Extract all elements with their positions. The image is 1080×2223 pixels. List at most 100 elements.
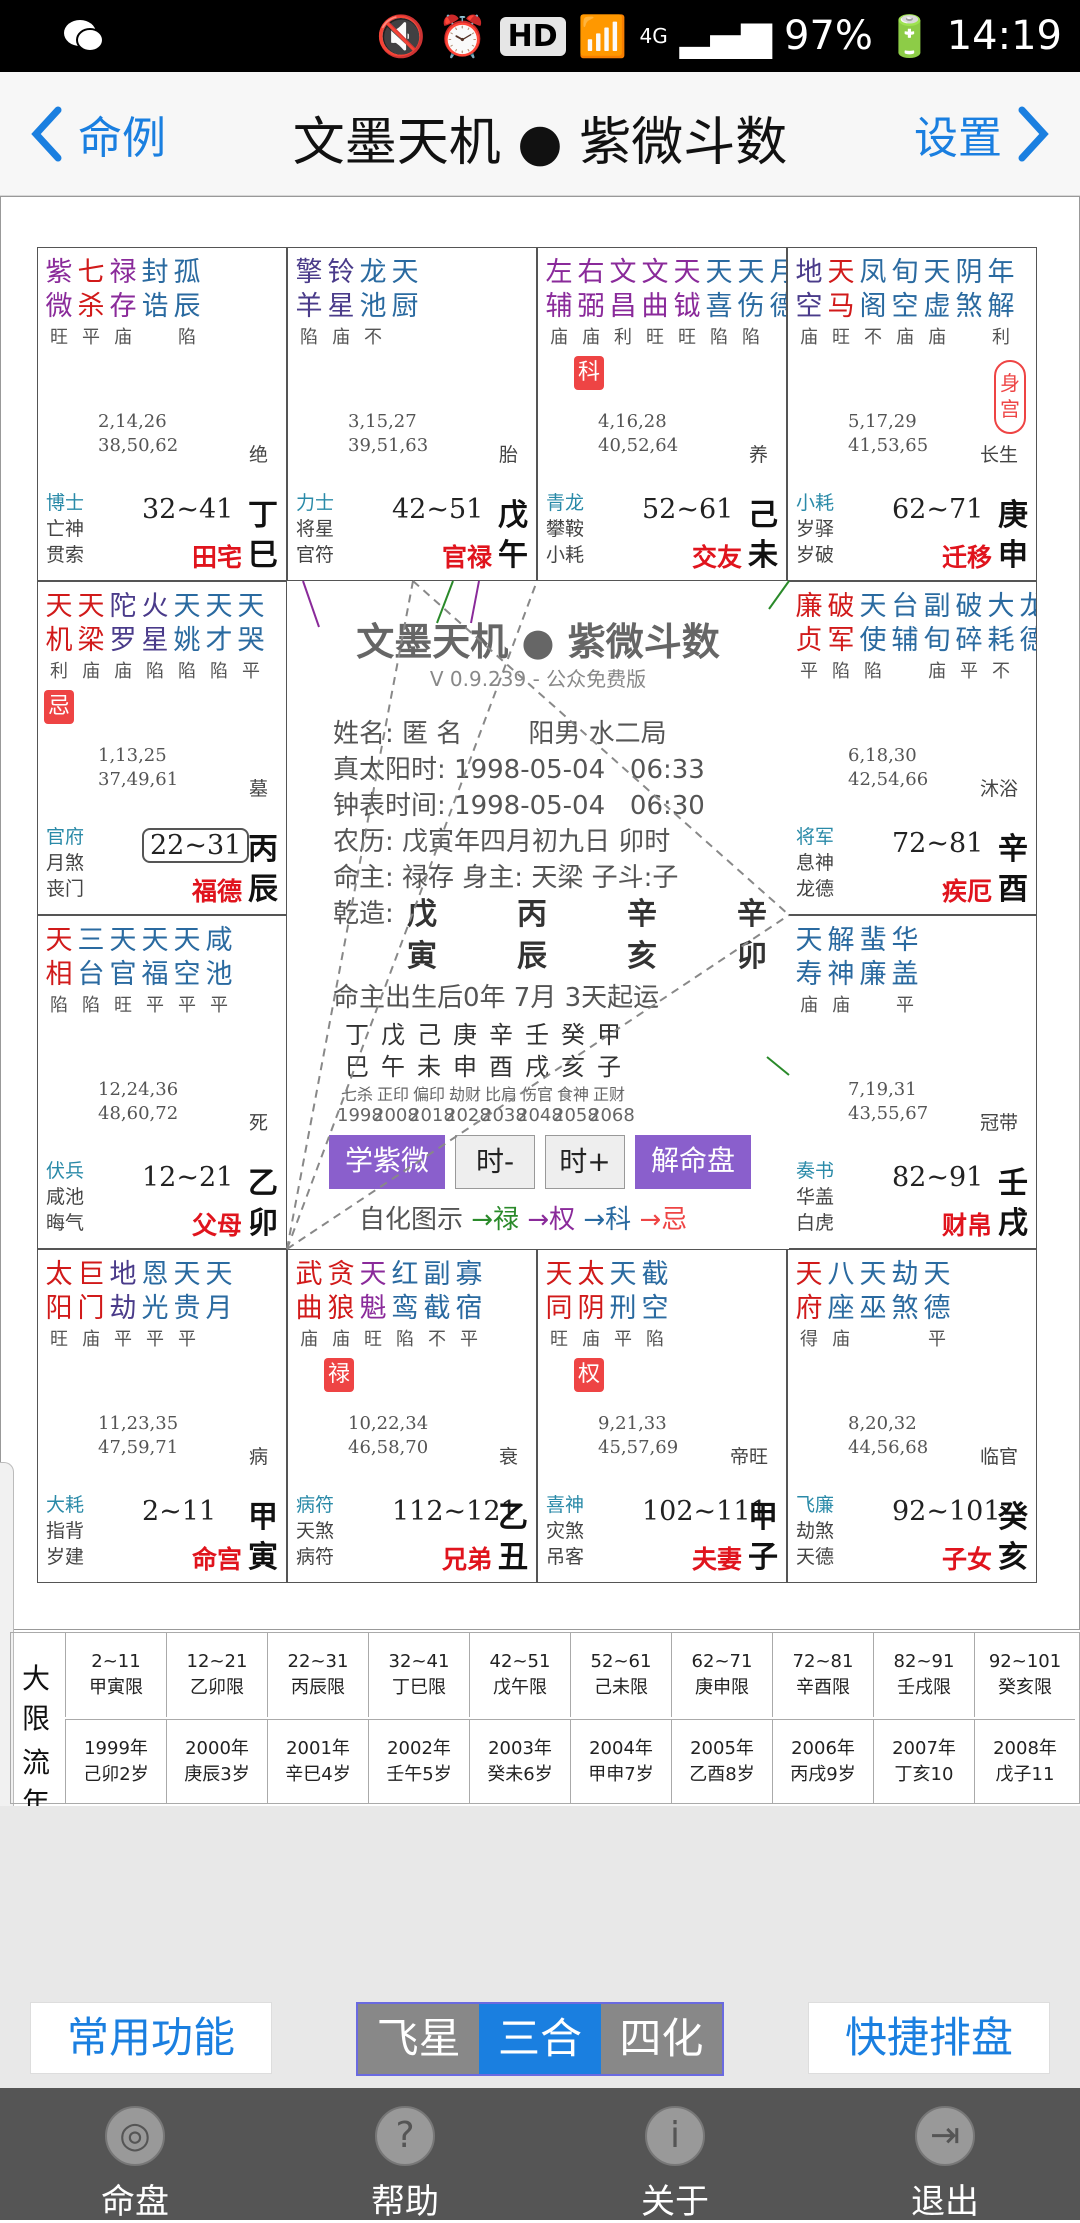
daxian-cell[interactable]: 2~11 甲寅限 bbox=[65, 1633, 166, 1717]
liunian-cell[interactable]: 2008年 戊子11 bbox=[974, 1719, 1075, 1803]
star-list: 武曲庙贪狼庙天魁旺红鸾陷副截不寡宿平 bbox=[294, 1258, 484, 1354]
star-char: 年 bbox=[987, 257, 1015, 288]
star-char: 天 bbox=[673, 257, 701, 288]
daxian-range: 32~41 bbox=[142, 494, 234, 525]
star-char: 钺 bbox=[673, 291, 701, 322]
tab-3[interactable]: ⇥ 退出 bbox=[810, 2088, 1080, 2222]
star-item: 七杀平 bbox=[76, 256, 106, 352]
liunian-cell[interactable]: 2004年 甲申7岁 bbox=[570, 1719, 671, 1803]
palace-cell-si[interactable]: 紫微旺七杀平禄存庙封诰 孤辰陷 2,14,26 38,50,62 绝博士 亡神 贯索 32~… bbox=[37, 247, 287, 581]
life-phase: 绝 bbox=[248, 444, 268, 466]
star-level bbox=[966, 324, 972, 352]
star-item: 天梁庙 bbox=[76, 590, 106, 686]
shishen-item: 正印 bbox=[376, 1085, 409, 1104]
god-2: 天煞 bbox=[296, 1520, 335, 1542]
star-char: 天 bbox=[545, 1259, 573, 1290]
star-item: 年解利 bbox=[986, 256, 1016, 352]
liunian-cell[interactable]: 2007年 丁亥10 bbox=[873, 1719, 974, 1803]
info-clock_time: 钟表时间: 1998-05-04 06:30 bbox=[333, 791, 705, 821]
mode-tab-1[interactable]: 三合 bbox=[479, 2004, 601, 2074]
liunian-cell[interactable]: 1999年 己卯2岁 bbox=[65, 1719, 166, 1803]
star-level: 庙 bbox=[582, 327, 600, 348]
daxian-cell[interactable]: 42~51 戊午限 bbox=[469, 1633, 570, 1717]
star-char: 天 bbox=[45, 591, 73, 622]
daxian-cell[interactable]: 22~31 丙辰限 bbox=[267, 1633, 368, 1717]
star-item: 月德 bbox=[768, 256, 787, 352]
palace-cell-wu[interactable]: 擎羊陷铃星庙龙池不天厨 3,15,27 39,51,63 胎力士 将星 官符 42~51 官… bbox=[287, 247, 537, 581]
palace-cell-xu[interactable]: 天寿庙解神庙蜚廉 华盖平 7,19,31 43,55,67 冠带 奏书 华盖 白虎 82~91… bbox=[787, 915, 1037, 1249]
daxian-cell[interactable]: 12~21 乙卯限 bbox=[166, 1633, 267, 1717]
settings-label: 设置 bbox=[914, 113, 1002, 164]
quick-chart-button[interactable]: 快捷排盘 bbox=[808, 2002, 1050, 2074]
god-1: 力士 bbox=[296, 492, 335, 514]
star-char: 陀 bbox=[109, 591, 137, 622]
legend-legend_ke: →科 bbox=[583, 1205, 640, 1235]
decade-year: 2038 bbox=[481, 1105, 527, 1126]
liunian-cell[interactable]: 2006年 丙戌9岁 bbox=[772, 1719, 873, 1803]
time-minus-button[interactable]: 时- bbox=[455, 1135, 535, 1189]
liunian-cell[interactable]: 2003年 癸未6岁 bbox=[469, 1719, 570, 1803]
star-char: 廉 bbox=[859, 959, 887, 990]
stem-branch: 甲子 bbox=[748, 1500, 778, 1575]
tab-1[interactable]: ? 帮助 bbox=[270, 2088, 540, 2222]
star-item: 台辅 bbox=[890, 590, 920, 686]
palace-cell-mao[interactable]: 天相陷三台陷天官旺天福平天空平咸池平 12,24,36 48,60,72 死伏兵 咸池晦… bbox=[37, 915, 287, 1249]
palace-cell-hai[interactable]: 天府得八座庙天巫 劫煞 天德平 8,20,32 44,56,68 临官 飞廉 劫煞 天德 92… bbox=[787, 1249, 1037, 1583]
palace-cell-wei[interactable]: 左辅庙右弼庙文昌利文曲旺天钺旺天喜陷天伤陷月德 科4,16,2840,52,64… bbox=[537, 247, 787, 581]
star-item: 孤辰陷 bbox=[172, 256, 202, 352]
liunian-cell[interactable]: 2005年 乙酉8岁 bbox=[671, 1719, 772, 1803]
liunian-cell[interactable]: 2001年 辛巳4岁 bbox=[267, 1719, 368, 1803]
body-palace-badge: 身宫 bbox=[994, 360, 1026, 434]
star-char: 池 bbox=[205, 959, 233, 990]
network-label: 4G bbox=[639, 24, 668, 48]
daxian-cell[interactable]: 62~71 庚申限 bbox=[671, 1633, 772, 1717]
daxian-cell[interactable]: 82~91 壬戌限 bbox=[873, 1633, 974, 1717]
star-item: 红鸾陷 bbox=[390, 1258, 420, 1354]
star-level: 平 bbox=[114, 1329, 132, 1350]
info-sun_time: 真太阳时: 1998-05-04 06:33 bbox=[333, 755, 705, 785]
star-item: 三台陷 bbox=[76, 924, 106, 1020]
star-item: 天贵平 bbox=[172, 1258, 202, 1354]
signal-icon: ▂▄▆ bbox=[679, 13, 772, 59]
pillar-stem: 丙 bbox=[517, 897, 547, 932]
god-2: 将星 bbox=[296, 518, 335, 540]
tab-label: 命盘 bbox=[101, 2182, 169, 2222]
god-2: 华盖 bbox=[796, 1186, 835, 1208]
star-list: 天寿庙解神庙蜚廉 华盖平 bbox=[794, 924, 920, 1020]
tab-0[interactable]: ◎ 命盘 bbox=[0, 2088, 270, 2222]
daxian-cell[interactable]: 32~41 丁巳限 bbox=[368, 1633, 469, 1717]
decade-branch: 巳 bbox=[345, 1053, 369, 1081]
liunian-cell[interactable]: 2000年 庚辰3岁 bbox=[166, 1719, 267, 1803]
interpret-button[interactable]: 解命盘 bbox=[635, 1135, 751, 1189]
palace-cell-chou[interactable]: 武曲庙贪狼庙天魁旺红鸾陷副截不寡宿平禄 10,22,34 46,58,70 衰病符 天煞… bbox=[287, 1249, 537, 1583]
star-level bbox=[402, 324, 408, 352]
palace-cell-shen[interactable]: 地空庙天马旺凤阁不旬空庙天虚庙阴煞 年解利身宫 5,17,29 41,53,65 长生… bbox=[787, 247, 1037, 581]
star-char: 台 bbox=[77, 959, 105, 990]
star-level: 庙 bbox=[582, 1329, 600, 1350]
star-item: 阴煞 bbox=[954, 256, 984, 352]
stem-branch: 丙辰 bbox=[248, 832, 278, 907]
mode-tab-2[interactable]: 四化 bbox=[601, 2004, 722, 2074]
god-3: 天德 bbox=[796, 1546, 835, 1568]
daxian-cell[interactable]: 52~61 己未限 bbox=[570, 1633, 671, 1717]
daxian-cell[interactable]: 72~81 辛酉限 bbox=[772, 1633, 873, 1717]
palace-cell-yin[interactable]: 太阳旺巨门庙地劫平恩光平天贵平天月 11,23,35 47,59,71 病大耗 指背岁… bbox=[37, 1249, 287, 1583]
liunian-cell[interactable]: 2002年 壬午5岁 bbox=[368, 1719, 469, 1803]
time-plus-button[interactable]: 时+ bbox=[545, 1135, 625, 1189]
clock: 14:19 bbox=[946, 13, 1062, 59]
star-item: 破军陷 bbox=[826, 590, 856, 686]
star-char: 喜 bbox=[705, 291, 733, 322]
palace-cell-zi[interactable]: 天同旺太阴庙天刑平截空陷权 9,21,33 45,57,69 帝旺 喜神 灾煞 吊客 102~… bbox=[537, 1249, 787, 1583]
palace-cell-you[interactable]: 廉贞平破军陷天使陷台辅 副旬庙破碎平大耗不龙德 6,18,3042,54,66沐… bbox=[787, 581, 1037, 915]
common-functions-button[interactable]: 常用功能 bbox=[30, 2002, 272, 2074]
star-level: 旺 bbox=[114, 995, 132, 1016]
palace-cell-chen[interactable]: 天机利天梁庙陀罗庙火星陷天姚陷天才陷天哭平忌 1,13,25 37,49,61 墓官府… bbox=[37, 581, 287, 915]
star-item: 副截不 bbox=[422, 1258, 452, 1354]
settings-button[interactable]: 设置 bbox=[914, 102, 1052, 166]
star-level: 陷 bbox=[710, 327, 728, 348]
tab-2[interactable]: i 关于 bbox=[540, 2088, 810, 2222]
daxian-cell[interactable]: 92~101 癸亥限 bbox=[974, 1633, 1075, 1717]
mode-tab-0[interactable]: 飞星 bbox=[358, 2004, 479, 2074]
learn-button[interactable]: 学紫微 bbox=[329, 1135, 445, 1189]
god-1: 奏书 bbox=[796, 1160, 835, 1182]
